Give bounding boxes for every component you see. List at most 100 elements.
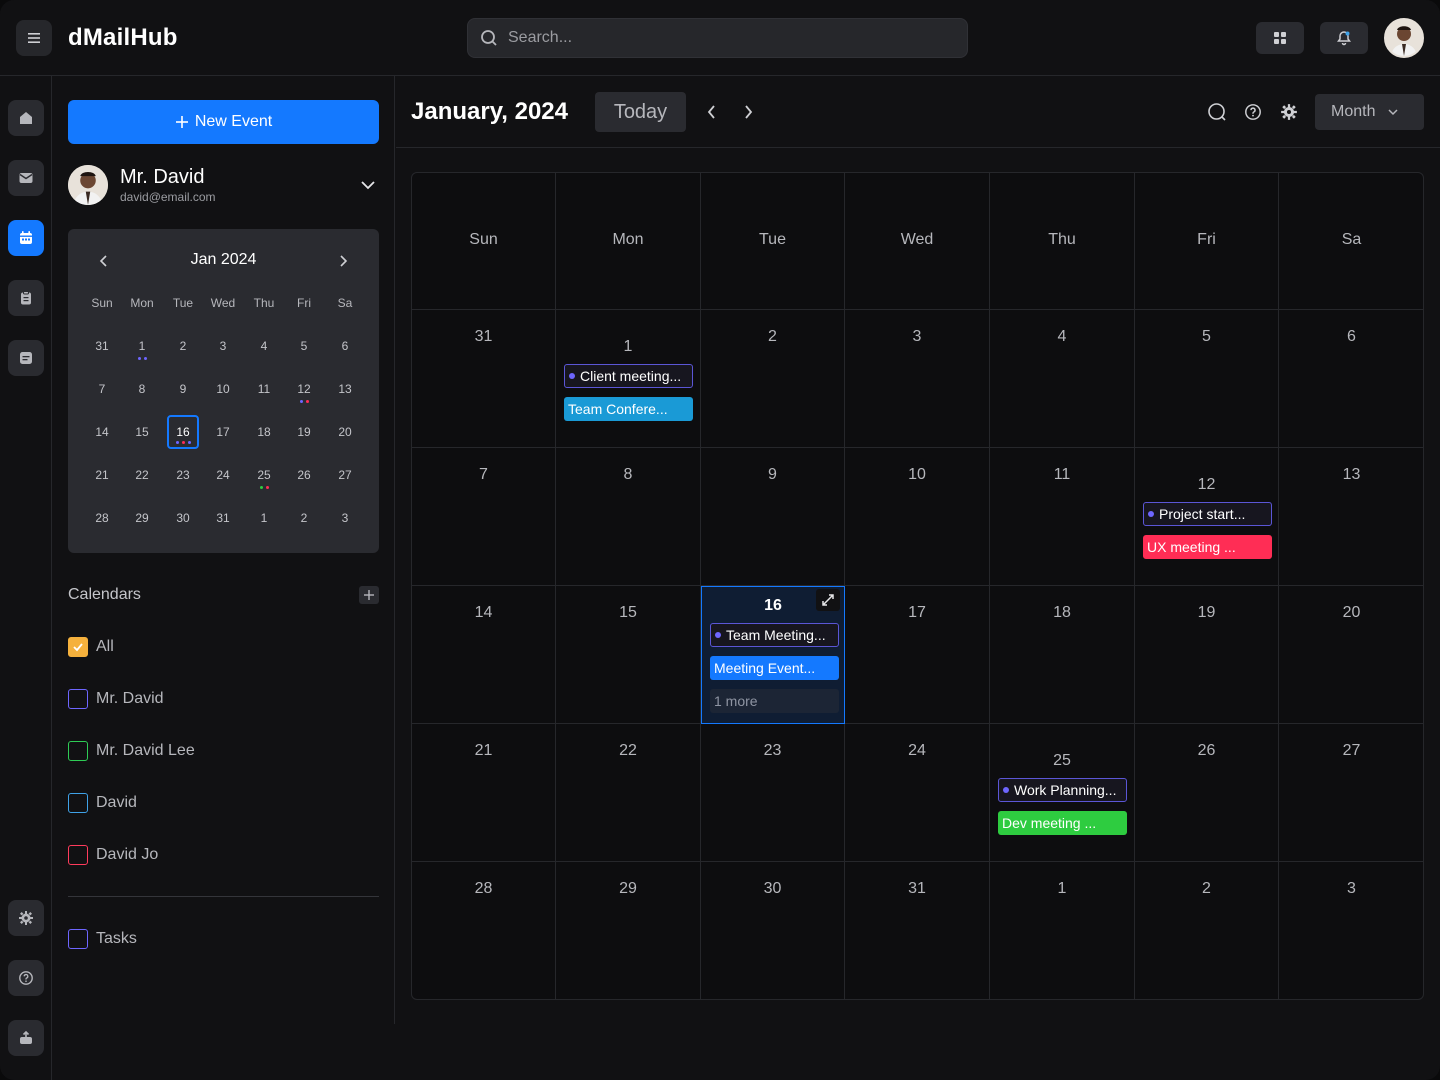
mini-day[interactable]: 2 — [288, 501, 320, 535]
day-cell[interactable]: 12 Project start... UX meeting ... — [1135, 448, 1279, 586]
user-avatar[interactable] — [1384, 18, 1424, 58]
mini-day[interactable]: 5 — [288, 329, 320, 363]
day-cell[interactable]: 26 — [1135, 724, 1279, 862]
day-cell[interactable]: 31 — [845, 862, 990, 999]
settings-nav-button[interactable] — [8, 900, 44, 936]
mini-day-selected[interactable]: 16 — [167, 415, 199, 449]
day-cell[interactable]: 11 — [990, 448, 1135, 586]
mini-day[interactable]: 4 — [248, 329, 280, 363]
day-cell[interactable]: 18 — [990, 586, 1135, 724]
mini-day[interactable]: 22 — [126, 458, 158, 492]
mini-day[interactable]: 25 — [248, 458, 280, 492]
day-cell[interactable]: 29 — [556, 862, 701, 999]
help-nav-button[interactable] — [8, 960, 44, 996]
mini-day[interactable]: 9 — [167, 372, 199, 406]
event-chip[interactable]: Team Confere... — [564, 397, 693, 421]
mini-day[interactable]: 10 — [207, 372, 239, 406]
day-cell[interactable]: 14 — [412, 586, 556, 724]
day-cell[interactable]: 15 — [556, 586, 701, 724]
settings-button[interactable] — [1278, 101, 1300, 123]
day-cell[interactable]: 5 — [1135, 310, 1279, 448]
calendar-nav-button[interactable] — [8, 220, 44, 256]
mini-day[interactable]: 8 — [126, 372, 158, 406]
mini-day[interactable]: 29 — [126, 501, 158, 535]
mini-day[interactable]: 31 — [86, 329, 118, 363]
checkbox-box[interactable] — [68, 845, 88, 865]
day-cell[interactable]: 20 — [1279, 586, 1423, 724]
help-button[interactable] — [1242, 101, 1264, 123]
day-cell[interactable]: 13 — [1279, 448, 1423, 586]
day-cell[interactable]: 1 — [990, 862, 1135, 999]
view-select[interactable]: Month — [1315, 94, 1424, 130]
calendar-checkbox[interactable]: All — [68, 637, 114, 657]
event-chip[interactable]: Work Planning... — [998, 778, 1127, 802]
today-button[interactable]: Today — [595, 92, 686, 132]
day-cell[interactable]: 28 — [412, 862, 556, 999]
notifications-button[interactable] — [1320, 22, 1368, 54]
calendar-checkbox[interactable]: David — [68, 793, 137, 813]
mini-day[interactable]: 31 — [207, 501, 239, 535]
more-events-link[interactable]: 1 more — [710, 689, 839, 713]
mini-day[interactable]: 18 — [248, 415, 280, 449]
mini-day[interactable]: 3 — [207, 329, 239, 363]
mini-day[interactable]: 24 — [207, 458, 239, 492]
prev-month-button[interactable] — [702, 102, 722, 122]
share-nav-button[interactable] — [8, 1020, 44, 1056]
event-chip[interactable]: Meeting Event... — [710, 656, 839, 680]
mini-day[interactable]: 19 — [288, 415, 320, 449]
search-events-button[interactable] — [1206, 101, 1228, 123]
mini-day[interactable]: 26 — [288, 458, 320, 492]
day-cell[interactable]: 23 — [701, 724, 845, 862]
day-cell[interactable]: 6 — [1279, 310, 1423, 448]
checkbox-box[interactable] — [68, 689, 88, 709]
mini-day[interactable]: 17 — [207, 415, 239, 449]
day-cell[interactable]: 3 — [845, 310, 990, 448]
day-cell[interactable]: 2 — [701, 310, 845, 448]
day-cell[interactable]: 8 — [556, 448, 701, 586]
checkbox-box[interactable] — [68, 741, 88, 761]
tasks-checkbox[interactable]: Tasks — [68, 929, 137, 949]
mini-day[interactable]: 23 — [167, 458, 199, 492]
mini-day[interactable]: 28 — [86, 501, 118, 535]
day-cell[interactable]: 9 — [701, 448, 845, 586]
profile-switcher[interactable]: Mr. David david@email.com — [68, 164, 379, 208]
day-cell[interactable]: 19 — [1135, 586, 1279, 724]
event-chip[interactable]: Project start... — [1143, 502, 1272, 526]
event-chip[interactable]: Team Meeting... — [710, 623, 839, 647]
day-cell[interactable]: 25 Work Planning... Dev meeting ... — [990, 724, 1135, 862]
day-cell[interactable]: 22 — [556, 724, 701, 862]
mini-day[interactable]: 30 — [167, 501, 199, 535]
search-input[interactable] — [508, 29, 928, 47]
mini-day[interactable]: 21 — [86, 458, 118, 492]
calendar-checkbox[interactable]: Mr. David Lee — [68, 741, 195, 761]
day-cell[interactable]: 10 — [845, 448, 990, 586]
new-event-button[interactable]: New Event — [68, 100, 379, 144]
day-cell[interactable]: 1 Client meeting... Team Confere... — [556, 310, 701, 448]
menu-button[interactable] — [16, 20, 52, 56]
chevron-down-icon[interactable] — [359, 176, 377, 194]
apps-grid-button[interactable] — [1256, 22, 1304, 54]
mini-day[interactable]: 6 — [329, 329, 361, 363]
day-cell[interactable]: 3 — [1279, 862, 1423, 999]
mini-day[interactable]: 20 — [329, 415, 361, 449]
day-cell-today[interactable]: 16 Team Meeting... Meeting Event... 1 more — [701, 586, 845, 724]
event-chip[interactable]: Client meeting... — [564, 364, 693, 388]
mini-day[interactable]: 13 — [329, 372, 361, 406]
mini-day[interactable]: 3 — [329, 501, 361, 535]
add-calendar-button[interactable] — [359, 586, 379, 604]
mini-day[interactable]: 27 — [329, 458, 361, 492]
mini-day[interactable]: 7 — [86, 372, 118, 406]
home-button[interactable] — [8, 100, 44, 136]
notes-nav-button[interactable] — [8, 340, 44, 376]
day-cell[interactable]: 4 — [990, 310, 1135, 448]
mini-next-button[interactable] — [331, 251, 355, 271]
day-cell[interactable]: 7 — [412, 448, 556, 586]
mini-day[interactable]: 1 — [126, 329, 158, 363]
mini-day[interactable]: 14 — [86, 415, 118, 449]
tasks-nav-button[interactable] — [8, 280, 44, 316]
day-cell[interactable]: 24 — [845, 724, 990, 862]
day-cell[interactable]: 30 — [701, 862, 845, 999]
mini-day[interactable]: 15 — [126, 415, 158, 449]
day-cell[interactable]: 17 — [845, 586, 990, 724]
checkbox-box[interactable] — [68, 929, 88, 949]
